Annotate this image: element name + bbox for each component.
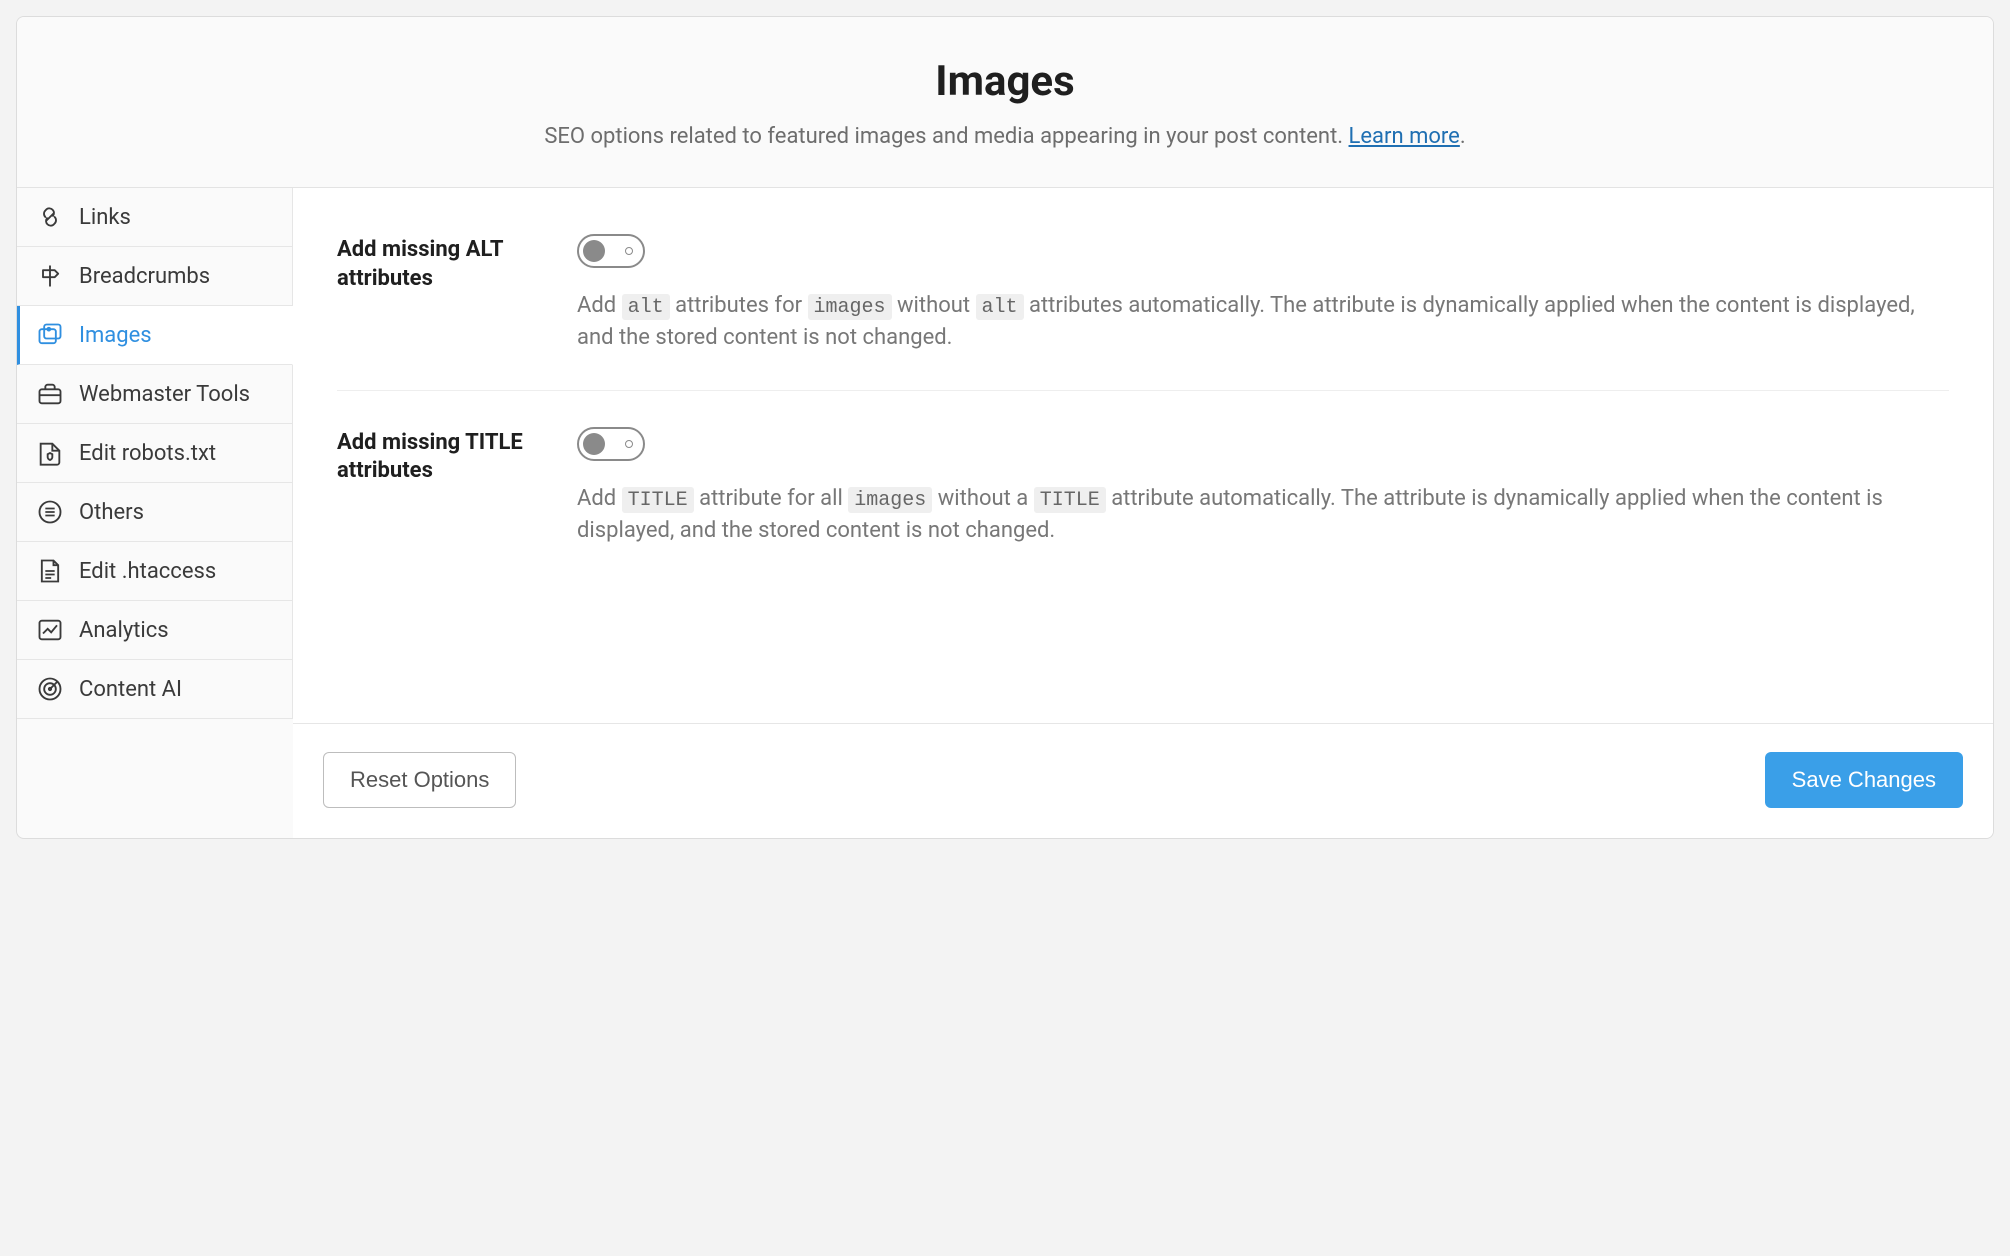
toggle-alt[interactable] [577, 234, 645, 268]
images-icon [35, 320, 65, 350]
page-title: Images [47, 57, 1963, 106]
radar-icon [35, 674, 65, 704]
toggle-title[interactable] [577, 427, 645, 461]
sidebar-item-analytics[interactable]: Analytics [17, 601, 293, 660]
panel-header: Images SEO options related to featured i… [17, 17, 1993, 188]
sidebar-item-label: Images [79, 323, 152, 348]
toolbox-icon [35, 379, 65, 409]
sidebar-item-label: Webmaster Tools [79, 382, 250, 407]
sidebar-item-webmaster-tools[interactable]: Webmaster Tools [17, 365, 293, 424]
sidebar-item-label: Edit .htaccess [79, 559, 216, 584]
settings-panel: Images SEO options related to featured i… [16, 16, 1994, 839]
sidebar-item-label: Content AI [79, 677, 182, 702]
setting-desc-title: Add TITLE attribute for all images witho… [577, 483, 1949, 547]
chart-line-icon [35, 615, 65, 645]
sidebar-item-content-ai[interactable]: Content AI [17, 660, 293, 719]
settings-sidebar: Links Breadcrumbs Images [17, 188, 293, 723]
sidebar-item-label: Links [79, 205, 131, 230]
setting-desc-alt: Add alt attributes for images without al… [577, 290, 1949, 354]
toggle-knob [583, 240, 605, 262]
setting-label-title: Add missing TITLE attributes [337, 427, 547, 547]
sidebar-item-others[interactable]: Others [17, 483, 293, 542]
sidebar-item-label: Analytics [79, 618, 169, 643]
toggle-knob [583, 433, 605, 455]
sidebar-item-links[interactable]: Links [17, 188, 293, 247]
settings-content: Add missing ALT attributes Add alt attri… [293, 188, 1993, 723]
sidebar-item-edit-htaccess[interactable]: Edit .htaccess [17, 542, 293, 601]
links-icon [35, 202, 65, 232]
setting-row-alt: Add missing ALT attributes Add alt attri… [337, 228, 1949, 391]
learn-more-link[interactable]: Learn more [1349, 124, 1460, 149]
toggle-indicator [625, 440, 633, 448]
list-circle-icon [35, 497, 65, 527]
sidebar-item-images[interactable]: Images [17, 306, 293, 365]
sidebar-item-label: Breadcrumbs [79, 264, 210, 289]
sidebar-item-edit-robots[interactable]: Edit robots.txt [17, 424, 293, 483]
setting-label-alt: Add missing ALT attributes [337, 234, 547, 354]
subtitle-period: . [1460, 124, 1466, 149]
save-changes-button[interactable]: Save Changes [1765, 752, 1963, 808]
sidebar-item-breadcrumbs[interactable]: Breadcrumbs [17, 247, 293, 306]
toggle-indicator [625, 247, 633, 255]
subtitle-text: SEO options related to featured images a… [544, 124, 1348, 149]
sidebar-item-label: Edit robots.txt [79, 441, 216, 466]
reset-options-button[interactable]: Reset Options [323, 752, 516, 808]
sidebar-item-label: Others [79, 500, 144, 525]
file-shield-icon [35, 438, 65, 468]
panel-footer: Reset Options Save Changes [293, 723, 1993, 838]
signpost-icon [35, 261, 65, 291]
page-subtitle: SEO options related to featured images a… [47, 124, 1963, 149]
file-text-icon [35, 556, 65, 586]
setting-row-title: Add missing TITLE attributes Add TITLE a… [337, 391, 1949, 583]
